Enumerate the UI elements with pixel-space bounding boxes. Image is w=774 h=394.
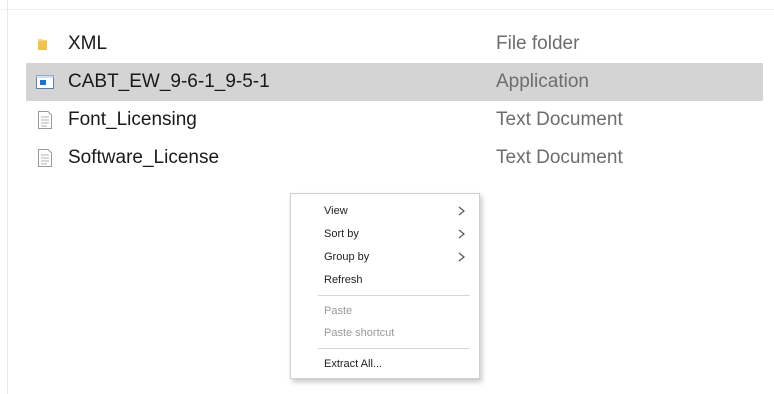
file-type: Text Document: [496, 109, 623, 130]
file-type: Application: [496, 71, 589, 92]
chevron-right-icon: [458, 252, 465, 262]
folder-icon: [34, 33, 56, 55]
context-menu: View Sort by Group by Refresh Paste Past…: [290, 193, 480, 379]
top-border: [0, 9, 774, 10]
menu-item-label: Paste: [324, 305, 353, 317]
text-document-icon: [34, 147, 56, 169]
file-type: File folder: [496, 33, 580, 54]
menu-item-label: Paste shortcut: [324, 327, 395, 339]
file-row-xml[interactable]: XML File folder: [28, 25, 774, 63]
menu-item-group-by[interactable]: Group by: [291, 246, 479, 268]
chevron-right-icon: [458, 229, 465, 239]
menu-separator: [318, 295, 470, 296]
text-document-icon: [34, 109, 56, 131]
left-border: [7, 0, 8, 394]
file-list: XML File folder CABT_EW_9-6-1_9-5-1 Appl…: [26, 25, 774, 177]
menu-separator: [318, 348, 470, 349]
file-name: CABT_EW_9-6-1_9-5-1: [68, 71, 270, 92]
file-row-software-license[interactable]: Software_License Text Document: [28, 139, 774, 177]
file-row-application[interactable]: CABT_EW_9-6-1_9-5-1 Application: [26, 63, 763, 101]
file-name: Font_Licensing: [68, 109, 197, 130]
menu-item-sort-by[interactable]: Sort by: [291, 223, 479, 245]
chevron-right-icon: [458, 206, 465, 216]
menu-item-label: View: [324, 205, 348, 217]
file-name: Software_License: [68, 147, 220, 168]
file-explorer-view: XML File folder CABT_EW_9-6-1_9-5-1 Appl…: [0, 0, 774, 394]
file-row-font-licensing[interactable]: Font_Licensing Text Document: [28, 101, 774, 139]
file-type: Text Document: [496, 147, 623, 168]
menu-item-paste: Paste: [291, 300, 479, 322]
file-name: XML: [68, 33, 108, 54]
menu-item-label: Sort by: [324, 228, 359, 240]
application-icon: [34, 71, 56, 93]
menu-item-extract-all[interactable]: Extract All...: [291, 353, 479, 375]
menu-item-label: Group by: [324, 251, 370, 263]
menu-item-refresh[interactable]: Refresh: [291, 269, 479, 291]
menu-item-label: Refresh: [324, 274, 363, 286]
menu-item-label: Extract All...: [324, 358, 383, 370]
menu-item-view[interactable]: View: [291, 200, 479, 222]
menu-item-paste-shortcut: Paste shortcut: [291, 322, 479, 344]
